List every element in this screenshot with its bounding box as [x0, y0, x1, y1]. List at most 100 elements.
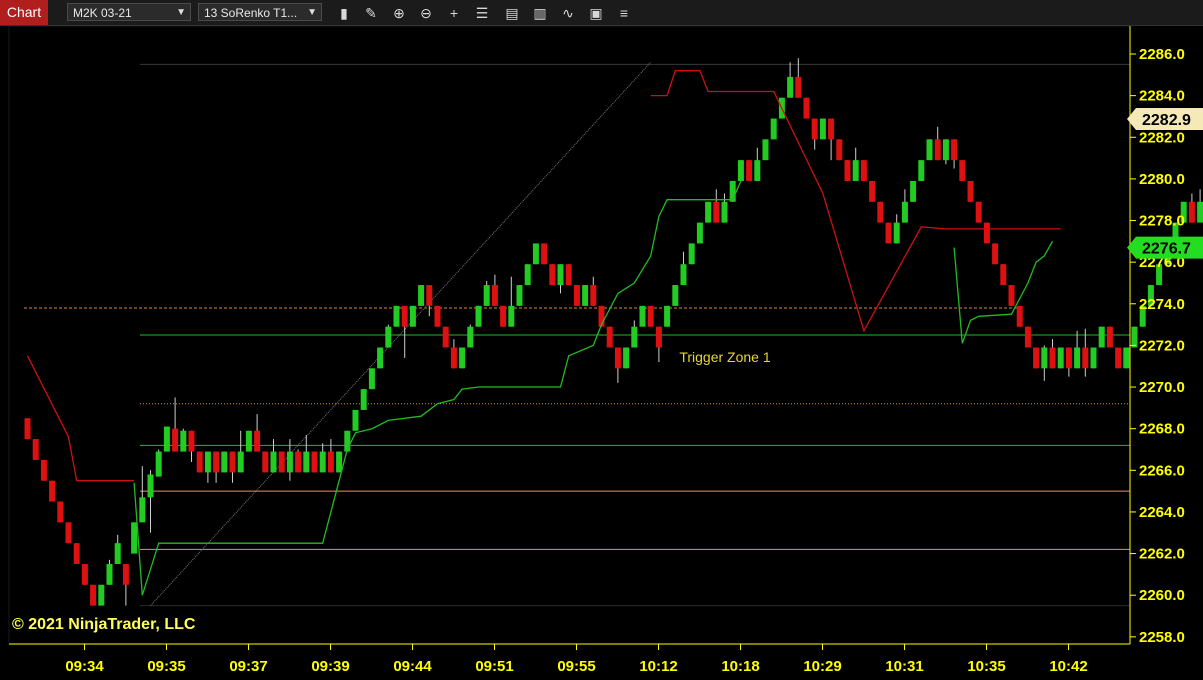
candle — [32, 439, 39, 460]
candle — [286, 451, 293, 473]
candle — [1115, 347, 1122, 369]
bars-type-icon[interactable]: ▮ — [334, 3, 354, 23]
candle — [623, 347, 630, 369]
candle — [524, 264, 531, 286]
candle — [1098, 326, 1105, 348]
candle — [696, 222, 703, 244]
indicators-icon[interactable]: ▥ — [530, 3, 550, 23]
candle — [73, 543, 80, 564]
candle — [426, 285, 433, 306]
x-tick-label: 09:44 — [393, 658, 432, 675]
x-tick-label: 10:12 — [639, 658, 677, 675]
y-tick-label: 2260.0 — [1139, 587, 1185, 604]
menu-icon[interactable]: ≡ — [614, 3, 634, 23]
candle — [311, 451, 318, 473]
candle — [237, 451, 244, 473]
candle — [57, 501, 64, 523]
signal-line-green — [133, 180, 742, 596]
indicator-lines — [26, 70, 1061, 596]
candle — [24, 418, 31, 440]
y-tick-label: 2266.0 — [1139, 462, 1185, 479]
signal-line-green — [953, 240, 1054, 344]
candle — [319, 451, 326, 473]
candle — [590, 285, 597, 306]
crosshair-icon[interactable]: + — [444, 3, 464, 23]
candle — [65, 522, 72, 544]
candle — [163, 426, 170, 452]
x-tick-label: 10:35 — [967, 658, 1005, 675]
candle — [934, 139, 941, 161]
x-tick-label: 09:55 — [557, 658, 595, 675]
candle — [409, 305, 416, 327]
strategies-icon[interactable]: ∿ — [558, 3, 578, 23]
candle — [1041, 347, 1048, 369]
candle — [811, 118, 818, 140]
y-tick-label: 2264.0 — [1139, 504, 1185, 521]
bar-type-label: 13 SoRenko T1... — [204, 6, 298, 20]
candle — [959, 160, 966, 181]
last-price-tag-text: 2282.9 — [1142, 112, 1191, 129]
candle — [672, 285, 679, 306]
candle — [836, 139, 843, 161]
candle — [254, 430, 261, 452]
candle — [664, 305, 671, 327]
candle — [352, 409, 359, 431]
candle — [1049, 347, 1056, 369]
candle — [795, 76, 802, 98]
zoom-out-icon[interactable]: ⊖ — [416, 3, 436, 23]
axes: 2258.0 2260.0 2262.0 2264.0 2266.0 2268.0 2270… — [9, 26, 1203, 675]
candle — [270, 451, 277, 473]
candle — [705, 201, 712, 223]
candle — [90, 584, 97, 606]
templates-icon[interactable]: ▣ — [586, 3, 606, 23]
chevron-down-icon: ▼ — [307, 7, 317, 18]
x-tick-label: 09:37 — [229, 658, 267, 675]
properties-icon[interactable]: ☰ — [472, 3, 492, 23]
y-tick-label: 2272.0 — [1139, 337, 1185, 354]
candle — [1033, 347, 1040, 369]
candle — [81, 563, 88, 585]
candle — [114, 543, 121, 564]
zoom-in-icon[interactable]: ⊕ — [389, 3, 409, 23]
candle — [49, 480, 56, 502]
chart-tab[interactable]: Chart — [0, 0, 48, 25]
candle — [1082, 347, 1089, 369]
candle — [229, 451, 236, 473]
candle — [385, 326, 392, 348]
y-tick-label: 2282.0 — [1139, 129, 1185, 146]
candle — [582, 285, 589, 306]
candle — [762, 139, 769, 161]
candle — [122, 563, 129, 585]
candle — [278, 451, 285, 473]
candle — [893, 222, 900, 244]
candle — [992, 243, 999, 265]
candle — [606, 326, 613, 348]
candle — [655, 326, 662, 348]
candle — [549, 264, 556, 286]
candle — [1106, 326, 1113, 348]
candle — [721, 201, 728, 223]
candle — [139, 497, 146, 523]
candle — [770, 118, 777, 140]
candle — [787, 76, 794, 98]
candle — [360, 389, 367, 410]
candle — [852, 160, 859, 181]
candle — [565, 264, 572, 286]
data-box-icon[interactable]: ▤ — [502, 3, 522, 23]
candle — [491, 285, 498, 306]
candle — [106, 563, 113, 585]
bar-type-selector[interactable]: 13 SoRenko T1... ▼ — [198, 3, 322, 21]
candle — [639, 305, 646, 327]
chart-toolbar: Chart M2K 03-21 ▼ 13 SoRenko T1... ▼ ▮ ✎… — [0, 0, 1203, 26]
candle — [942, 139, 949, 161]
candle — [401, 305, 408, 327]
copyright-watermark: © 2021 NinjaTrader, LLC — [12, 616, 196, 633]
candle — [819, 118, 826, 140]
instrument-selector[interactable]: M2K 03-21 ▼ — [67, 3, 191, 21]
candle — [1057, 347, 1064, 369]
price-chart[interactable]: Trigger Zone 1 2258.02260.02262.02264.02… — [0, 26, 1203, 680]
candle — [327, 451, 334, 473]
y-tick-label: 2270.0 — [1139, 379, 1185, 396]
candle — [434, 305, 441, 327]
draw-tool-icon[interactable]: ✎ — [361, 3, 381, 23]
